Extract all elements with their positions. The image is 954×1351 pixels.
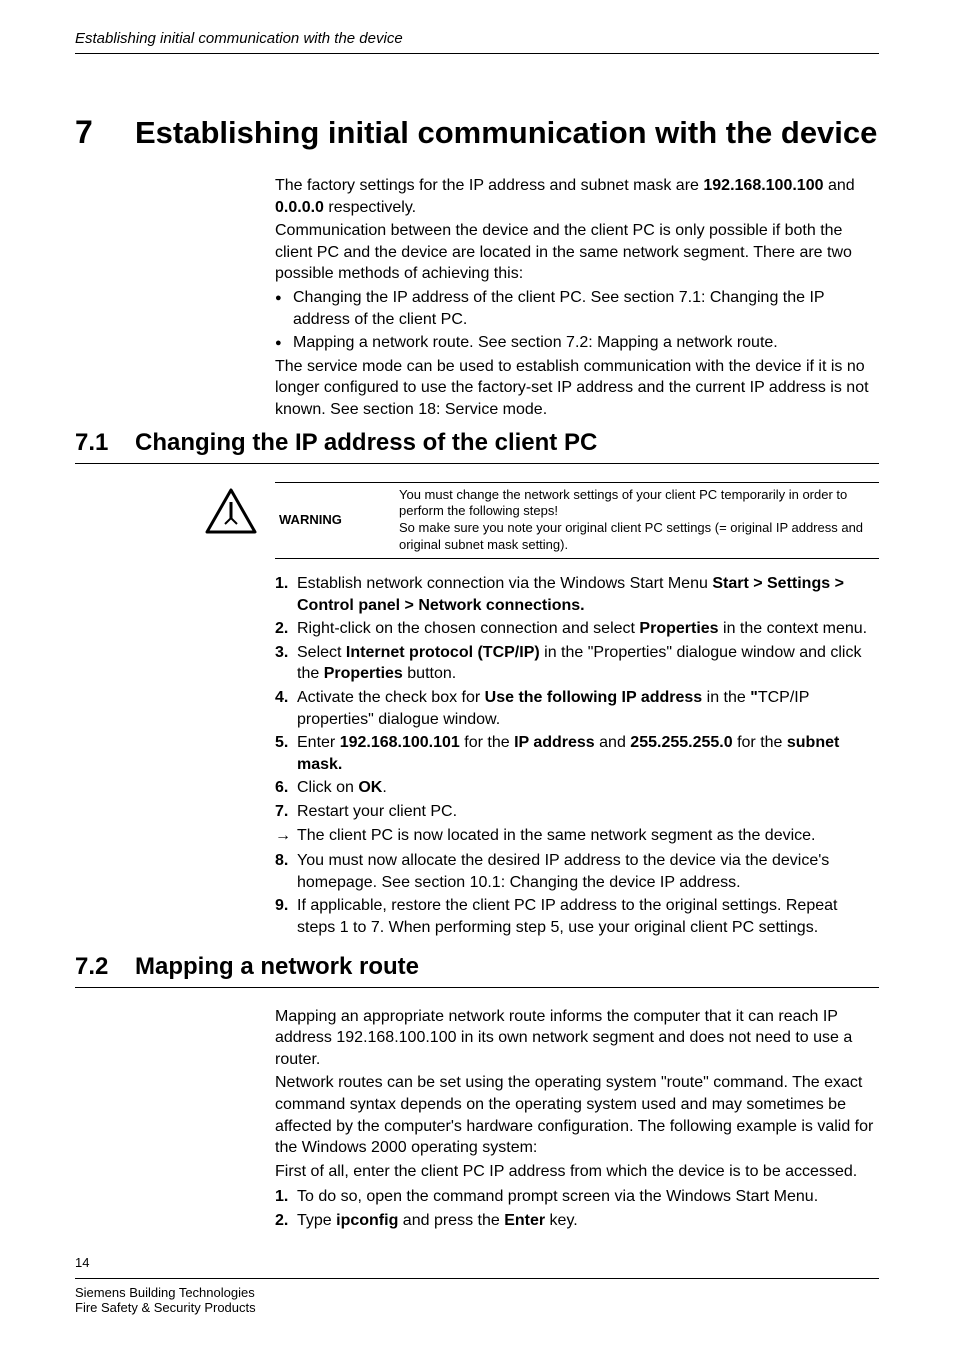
chapter-intro: The factory settings for the IP address …	[275, 175, 879, 421]
step-5: Enter 192.168.100.101 for the IP address…	[275, 732, 879, 775]
step-1: Establish network connection via the Win…	[275, 573, 879, 616]
warning-label: WARNING	[275, 483, 395, 559]
intro-bullet-1: Changing the IP address of the client PC…	[275, 287, 879, 330]
section-7-1-body: Establish network connection via the Win…	[275, 573, 879, 939]
intro-p2: Communication between the device and the…	[275, 220, 879, 285]
page-number: 14	[75, 1255, 879, 1270]
s72-p1: Mapping an appropriate network route inf…	[275, 1006, 879, 1071]
intro-p1: The factory settings for the IP address …	[275, 175, 879, 218]
result-line: The client PC is now located in the same…	[275, 825, 879, 847]
chapter-title: Establishing initial communication with …	[135, 115, 877, 151]
s72-step-2: Type ipconfig and press the Enter key.	[275, 1210, 879, 1232]
s72-p3: First of all, enter the client PC IP add…	[275, 1161, 879, 1183]
intro-bullet-2: Mapping a network route. See section 7.2…	[275, 332, 879, 354]
warning-text-1: You must change the network settings of …	[399, 487, 875, 521]
step-3: Select Internet protocol (TCP/IP) in the…	[275, 642, 879, 685]
intro-p3: The service mode can be used to establis…	[275, 356, 879, 421]
section-number: 7.2	[75, 953, 135, 981]
s72-p2: Network routes can be set using the oper…	[275, 1072, 879, 1158]
section-7-2-heading: 7.2 Mapping a network route	[75, 953, 879, 988]
chapter-number: 7	[75, 114, 135, 151]
warning-icon	[205, 482, 257, 539]
step-7: Restart your client PC.	[275, 801, 879, 823]
step-6: Click on OK.	[275, 777, 879, 799]
s72-step-1: To do so, open the command prompt screen…	[275, 1186, 879, 1208]
section-title: Mapping a network route	[135, 953, 419, 981]
step-2: Right-click on the chosen connection and…	[275, 618, 879, 640]
warning-block: WARNING You must change the network sett…	[205, 482, 879, 560]
footer-line-1: Siemens Building Technologies	[75, 1285, 879, 1300]
step-4: Activate the check box for Use the follo…	[275, 687, 879, 730]
chapter-heading: 7 Establishing initial communication wit…	[75, 114, 879, 151]
section-title: Changing the IP address of the client PC	[135, 429, 597, 457]
footer-line-2: Fire Safety & Security Products	[75, 1300, 879, 1315]
step-8: You must now allocate the desired IP add…	[275, 850, 879, 893]
warning-text-2: So make sure you note your original clie…	[399, 520, 875, 554]
running-header: Establishing initial communication with …	[75, 30, 879, 54]
section-7-1-heading: 7.1 Changing the IP address of the clien…	[75, 429, 879, 464]
page-footer: 14 Siemens Building Technologies Fire Sa…	[75, 1255, 879, 1315]
section-number: 7.1	[75, 429, 135, 457]
step-9: If applicable, restore the client PC IP …	[275, 895, 879, 938]
section-7-2-body: Mapping an appropriate network route inf…	[275, 1006, 879, 1232]
